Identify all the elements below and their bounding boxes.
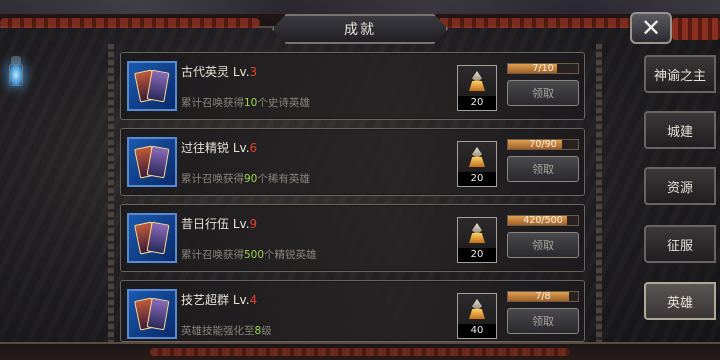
- claim-button[interactable]: 领取: [507, 232, 579, 258]
- reward-slot[interactable]: 20: [457, 141, 497, 187]
- achievement-description: 累计召唤获得90个稀有英雄: [181, 171, 310, 186]
- side-chain-left: [108, 44, 114, 344]
- lantern-icon: [6, 54, 26, 100]
- achievement-title: 过往精锐 Lv.6: [181, 139, 257, 156]
- achievement-name: 昔日行伍: [181, 217, 230, 231]
- level-number: 9: [249, 217, 258, 231]
- achievement-row: 昔日行伍 Lv.9 累计召唤获得500个精锐英雄 20 420/500 领取: [120, 204, 585, 272]
- desc-text: 个史诗英雄: [257, 97, 310, 109]
- level-number: 4: [249, 293, 258, 307]
- desc-text: 个稀有英雄: [257, 173, 310, 185]
- achievement-list: 古代英灵 Lv.3 累计召唤获得10个史诗英雄 20 7/10 领取 过往精锐 …: [120, 52, 585, 350]
- hero-cards-icon: [127, 61, 177, 111]
- claim-button[interactable]: 领取: [507, 308, 579, 334]
- desc-text: 累计召唤获得: [181, 249, 244, 261]
- hero-cards-icon: [127, 137, 177, 187]
- bottom-frame: [0, 342, 720, 360]
- crystal-reward-icon: [469, 299, 485, 321]
- desc-value: 10: [244, 97, 258, 109]
- achievement-row: 古代英灵 Lv.3 累计召唤获得10个史诗英雄 20 7/10 领取: [120, 52, 585, 120]
- claim-button[interactable]: 领取: [507, 156, 579, 182]
- tab-4[interactable]: 英雄: [644, 282, 716, 320]
- decor-rope-left: [0, 18, 260, 28]
- tab-1[interactable]: 城建: [644, 111, 716, 149]
- reward-count: 20: [458, 96, 496, 110]
- desc-text: 级: [261, 325, 272, 337]
- category-tabs: 神谕之主城建资源征服英雄: [640, 0, 720, 360]
- claim-label: 领取: [532, 239, 554, 252]
- reward-slot[interactable]: 20: [457, 217, 497, 263]
- desc-value: 90: [244, 173, 258, 185]
- level-number: 6: [249, 141, 258, 155]
- progress-text: 420/500: [523, 215, 563, 226]
- hero-cards-icon: [127, 213, 177, 263]
- achievement-title: 技艺超群 Lv.4: [181, 291, 257, 308]
- side-chain-right: [596, 44, 602, 344]
- desc-text: 英雄技能强化至: [181, 325, 255, 337]
- reward-count: 20: [458, 172, 496, 186]
- level-prefix: Lv.: [232, 217, 250, 231]
- claim-label: 领取: [532, 163, 554, 176]
- progress-bar: 7/10: [507, 63, 579, 74]
- level-prefix: Lv.: [232, 293, 250, 307]
- title-plate: 成就: [272, 14, 448, 44]
- achievement-name: 技艺超群: [181, 293, 230, 307]
- crystal-reward-icon: [469, 223, 485, 245]
- desc-text: 个精锐英雄: [264, 249, 317, 261]
- progress-text: 70/90: [529, 139, 557, 150]
- progress-bar: 420/500: [507, 215, 579, 226]
- tab-3[interactable]: 征服: [644, 225, 716, 263]
- crystal-reward-icon: [469, 147, 485, 169]
- reward-slot[interactable]: 20: [457, 65, 497, 111]
- reward-count: 20: [458, 248, 496, 262]
- tab-label: 神谕之主: [653, 68, 706, 84]
- achievement-row: 过往精锐 Lv.6 累计召唤获得90个稀有英雄 20 70/90 领取: [120, 128, 585, 196]
- level-number: 3: [249, 65, 258, 79]
- blurred-hud-strip: [0, 0, 720, 14]
- achievement-description: 累计召唤获得10个史诗英雄: [181, 95, 310, 110]
- progress-bar: 7/8: [507, 291, 579, 302]
- claim-label: 领取: [532, 315, 554, 328]
- crystal-reward-icon: [469, 71, 485, 93]
- achievement-row: 技艺超群 Lv.4 英雄技能强化至8级 40 7/8 领取: [120, 280, 585, 342]
- achievement-title: 昔日行伍 Lv.9: [181, 215, 257, 232]
- hero-cards-icon: [127, 289, 177, 339]
- tab-label: 资源: [666, 180, 693, 196]
- tab-label: 英雄: [666, 295, 693, 311]
- claim-label: 领取: [532, 87, 554, 100]
- progress-text: 7/10: [532, 63, 554, 74]
- desc-value: 500: [244, 249, 265, 261]
- tab-label: 城建: [666, 124, 693, 140]
- claim-button[interactable]: 领取: [507, 80, 579, 106]
- decor-rope-bottom: [150, 348, 570, 356]
- achievement-description: 累计召唤获得500个精锐英雄: [181, 247, 317, 262]
- achievement-description: 英雄技能强化至8级: [181, 323, 272, 338]
- achievement-name: 过往精锐: [181, 141, 230, 155]
- level-prefix: Lv.: [232, 141, 250, 155]
- achievement-title: 古代英灵 Lv.3: [181, 63, 257, 80]
- reward-count: 40: [458, 324, 496, 338]
- achievement-name: 古代英灵: [181, 65, 230, 79]
- page-title: 成就: [344, 22, 376, 38]
- level-prefix: Lv.: [232, 65, 250, 79]
- progress-bar: 70/90: [507, 139, 579, 150]
- tab-2[interactable]: 资源: [644, 167, 716, 205]
- progress-text: 7/8: [535, 291, 551, 302]
- reward-slot[interactable]: 40: [457, 293, 497, 339]
- tab-0[interactable]: 神谕之主: [644, 55, 716, 93]
- tab-label: 征服: [666, 238, 693, 254]
- desc-text: 累计召唤获得: [181, 173, 244, 185]
- desc-text: 累计召唤获得: [181, 97, 244, 109]
